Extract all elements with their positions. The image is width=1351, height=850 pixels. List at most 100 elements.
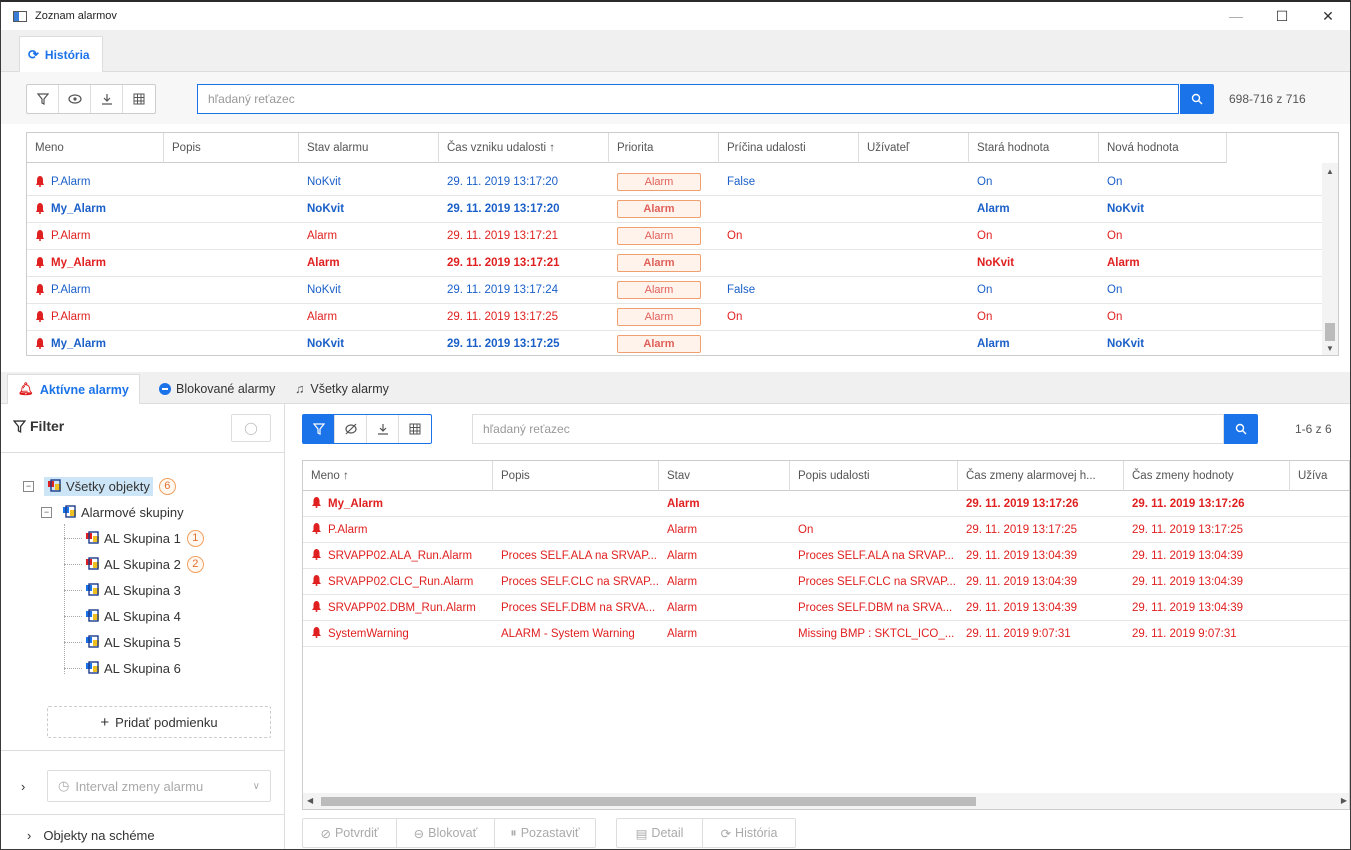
history-cell-status: NoKvit — [307, 338, 345, 350]
history-column-header[interactable]: Nová hodnota — [1099, 133, 1227, 163]
tree-item-al-skupina[interactable]: AL Skupina 1 1 — [85, 526, 204, 550]
collapse-icon[interactable]: − — [23, 480, 34, 492]
tree-item-al-skupina[interactable]: AL Skupina 5 — [85, 630, 181, 654]
bottom-search-input[interactable]: hľadaný reťazec — [472, 414, 1224, 444]
active-alarms-horizontal-scrollbar[interactable]: ◀ ▶ — [303, 793, 1349, 809]
history-row[interactable]: My_Alarm NoKvit 29. 11. 2019 13:17:25 Alarm… — [27, 331, 1322, 356]
history-column-header[interactable]: Príčina udalosti — [719, 133, 859, 163]
history-row[interactable]: P.Alarm NoKvit 29. 11. 2019 13:17:24 Alarm F… — [27, 277, 1322, 304]
detail-button[interactable]: ▤ Detail — [617, 819, 703, 847]
active-alarm-row[interactable]: SystemWarning ALARM - System Warning Alarm… — [303, 621, 1349, 647]
filter-toggle-icon[interactable] — [303, 415, 335, 443]
active-alarm-row[interactable]: P.Alarm Alarm On 29. 11. 2019 13:17:25 29. 1… — [303, 517, 1349, 543]
maximize-button[interactable]: ☐ — [1259, 2, 1305, 30]
alarm-bell-icon — [35, 202, 45, 217]
tab-history-label: História — [44, 47, 90, 62]
history-column-header[interactable]: Čas vzniku udalosti ↑ — [439, 133, 609, 163]
tree-item-al-skupina[interactable]: AL Skupina 6 — [85, 656, 181, 680]
active-cell-status: Alarm — [667, 627, 698, 640]
blocked-icon — [159, 383, 171, 395]
minimize-button[interactable]: — — [1213, 2, 1259, 30]
active-alarm-row[interactable]: SRVAPP02.DBM_Run.Alarm Proces SELF.DBM na… — [303, 595, 1349, 621]
columns-icon[interactable] — [123, 85, 155, 113]
add-condition-button[interactable]: + Pridať podmienku — [47, 706, 271, 738]
priority-badge: Alarm — [617, 335, 701, 353]
active-column-header[interactable]: Čas zmeny hodnoty — [1124, 461, 1290, 491]
tree-root-selected[interactable]: Všetky objekty — [44, 476, 153, 496]
block-button[interactable]: ⊖ Blokovať — [397, 819, 495, 847]
history-row[interactable]: My_Alarm NoKvit 29. 11. 2019 13:17:20 Alarm… — [27, 196, 1322, 223]
tree-item-al-skupina[interactable]: AL Skupina 2 2 — [85, 552, 204, 576]
history-grid-header: Meno Popis Stav alarmu Čas vzniku udalosti … — [27, 133, 1227, 163]
history-cell-time: 29. 11. 2019 13:17:21 — [447, 257, 560, 269]
active-alarms-grid-header: Meno ↑ Popis Stav Popis udalosti Čas zmeny a… — [303, 461, 1349, 491]
active-column-header[interactable]: Užíva — [1290, 461, 1349, 491]
history-cell-new: Alarm — [1107, 257, 1140, 269]
tree-root[interactable]: − Všetky objekty 6 — [23, 474, 176, 498]
active-column-header[interactable]: Stav — [659, 461, 790, 491]
history-cell-old: Alarm — [977, 338, 1010, 350]
close-button[interactable]: ✕ — [1305, 2, 1350, 30]
history-column-header[interactable]: Stav alarmu — [299, 133, 439, 163]
tab-active-alarms[interactable]: 🔔︎ Aktívne alarmy — [7, 374, 140, 404]
eye-icon[interactable] — [59, 85, 91, 113]
history-button[interactable]: ⟳ História — [703, 819, 795, 847]
history-column-header[interactable]: Popis — [164, 133, 299, 163]
download-icon[interactable] — [91, 85, 123, 113]
active-alarm-row[interactable]: SRVAPP02.ALA_Run.Alarm Proces SELF.ALA na… — [303, 543, 1349, 569]
tab-history[interactable]: ⟳ História — [19, 36, 103, 72]
confirm-button[interactable]: ⊘ Potvrdiť — [303, 819, 397, 847]
tab-all-alarms[interactable]: ♫ Všetky alarmy — [285, 374, 399, 404]
active-column-header[interactable]: Meno ↑ — [303, 461, 493, 491]
alarm-bell-icon — [35, 256, 45, 271]
detail-actions: ▤ Detail ⟳ História — [616, 818, 796, 848]
objects-on-scheme[interactable]: › Objekty na schéme — [27, 828, 155, 843]
tree-group[interactable]: − Alarmové skupiny — [41, 500, 184, 524]
alarm-name: P.Alarm — [51, 311, 91, 323]
active-cell-status: Alarm — [667, 523, 698, 536]
pause-button[interactable]: ⏸︎ Pozastaviť — [495, 819, 595, 847]
tree-item-count: 1 — [186, 529, 204, 547]
reset-filter-button[interactable]: ◯ — [231, 414, 271, 442]
alarm-bell-icon — [35, 283, 45, 298]
top-search-input[interactable]: hľadaný reťazec — [197, 84, 1179, 114]
history-column-header[interactable]: Priorita — [609, 133, 719, 163]
active-column-header[interactable]: Popis — [493, 461, 659, 491]
tab-blocked-alarms[interactable]: Blokované alarmy — [149, 374, 285, 404]
bottom-search-button[interactable] — [1224, 414, 1258, 444]
alarm-bell-icon — [35, 229, 45, 244]
active-alarm-row[interactable]: My_Alarm Alarm 29. 11. 2019 13:17:26 29. 11… — [303, 491, 1349, 517]
interval-select[interactable]: ◷ Interval zmeny alarmu ∨ — [47, 770, 271, 802]
history-column-header[interactable]: Užívateľ — [859, 133, 969, 163]
active-cell-desc: Proces SELF.CLC na SRVAP... — [501, 575, 659, 588]
history-row[interactable]: P.Alarm Alarm 29. 11. 2019 13:17:21 Alarm On… — [27, 223, 1322, 250]
collapse-icon[interactable]: − — [41, 506, 52, 518]
history-cell-time: 29. 11. 2019 13:17:25 — [447, 311, 559, 323]
active-column-header[interactable]: Čas zmeny alarmovej h... — [958, 461, 1124, 491]
active-column-header[interactable]: Popis udalosti — [790, 461, 958, 491]
history-row[interactable]: My_Alarm Alarm 29. 11. 2019 13:17:21 Alarm N… — [27, 250, 1322, 277]
tree-item-al-skupina[interactable]: AL Skupina 4 — [85, 604, 181, 628]
columns-icon[interactable] — [399, 415, 431, 443]
filter-icon[interactable] — [27, 85, 59, 113]
tree-item-al-skupina[interactable]: AL Skupina 3 — [85, 578, 181, 602]
active-cell-status: Alarm — [667, 601, 698, 614]
active-alarm-row[interactable]: SRVAPP02.CLC_Run.Alarm Proces SELF.CLC na… — [303, 569, 1349, 595]
download-icon[interactable] — [367, 415, 399, 443]
expand-interval-icon[interactable]: › — [21, 779, 25, 794]
eye-off-icon[interactable] — [335, 415, 367, 443]
history-row[interactable]: P.Alarm NoKvit 29. 11. 2019 13:17:20 Alarm F… — [27, 169, 1322, 196]
history-column-header[interactable]: Meno — [27, 133, 164, 163]
history-cell-user — [859, 331, 969, 356]
history-cell-cause: On — [727, 311, 743, 323]
history-vertical-scrollbar[interactable]: ▲ ▼ — [1322, 163, 1338, 355]
objects-on-scheme-label: Objekty na schéme — [43, 828, 155, 843]
group-icon — [85, 609, 101, 623]
active-cell-desc: Proces SELF.ALA na SRVAP... — [501, 549, 657, 562]
history-cell-user — [859, 223, 969, 250]
group-icon — [85, 661, 101, 675]
history-cell-time: 29. 11. 2019 13:17:24 — [447, 284, 559, 296]
top-search-button[interactable] — [1180, 84, 1214, 114]
history-row[interactable]: P.Alarm Alarm 29. 11. 2019 13:17:25 Alarm On… — [27, 304, 1322, 331]
history-column-header[interactable]: Stará hodnota — [969, 133, 1099, 163]
